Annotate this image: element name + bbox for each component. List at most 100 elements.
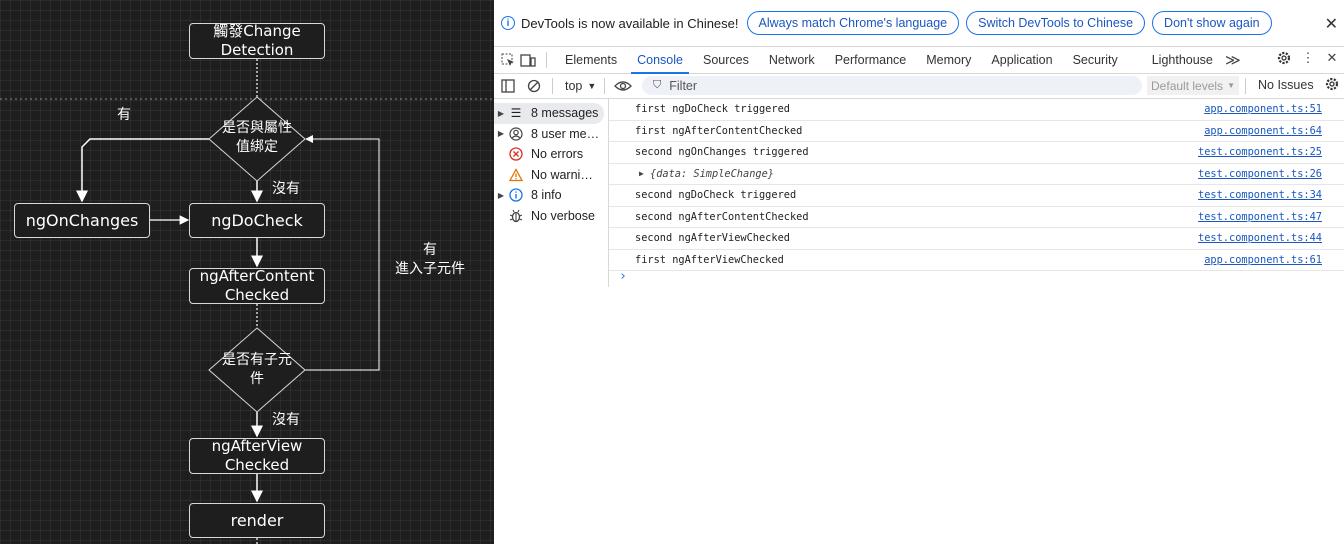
sidebar-item-label: 8 info — [531, 188, 562, 203]
source-link[interactable]: app.component.ts:51 — [1204, 103, 1322, 115]
sidebar-item-verbose[interactable]: No verbose — [494, 206, 608, 227]
console-sidebar: ▶ ☰ 8 messages ▶ 8 user me… No errors No… — [494, 99, 609, 287]
node-trigger-change-detection: 觸發Change Detection — [189, 22, 325, 59]
info-icon — [508, 188, 524, 202]
sidebar-item-info[interactable]: ▶ 8 info — [494, 185, 608, 206]
infobar-message: DevTools is now available in Chinese! — [521, 15, 739, 31]
source-link[interactable]: test.component.ts:34 — [1198, 189, 1322, 201]
log-message: second ngAfterContentChecked — [635, 210, 809, 223]
list-icon: ☰ — [510, 106, 522, 121]
console-message-row: second ngAfterViewChecked test.component… — [609, 228, 1344, 250]
node-ngonchanges: ngOnChanges — [14, 203, 150, 238]
console-message-row: second ngAfterContentChecked test.compon… — [609, 207, 1344, 228]
eye-icon[interactable] — [613, 80, 633, 92]
tab-lighthouse[interactable]: Lighthouse — [1142, 47, 1223, 73]
chevron-down-icon: ▼ — [1227, 81, 1235, 90]
kebab-menu-icon[interactable]: ⋮ — [1298, 50, 1318, 66]
console-prompt[interactable]: › — [619, 269, 627, 284]
toolbar-divider — [546, 52, 547, 68]
default-levels-label: Default levels — [1151, 78, 1224, 93]
more-tabs-icon[interactable]: ≫ — [1223, 51, 1243, 69]
expand-triangle-icon[interactable]: ▶ — [494, 191, 508, 200]
sidebar-item-label: 8 user me… — [531, 126, 600, 141]
log-message: second ngAfterViewChecked — [635, 232, 790, 245]
sidebar-item-label: 8 messages — [531, 106, 599, 121]
source-link[interactable]: app.component.ts:64 — [1204, 125, 1322, 137]
console-message-row: first ngDoCheck triggered app.component.… — [609, 99, 1344, 121]
devtools-tabbar: Elements Console Sources Network Perform… — [494, 47, 1344, 74]
source-link[interactable]: app.component.ts:61 — [1204, 254, 1322, 266]
expand-triangle-icon[interactable]: ▶ — [494, 109, 508, 118]
flowchart-canvas: 觸發Change Detection ngOnChanges ngDoCheck… — [0, 0, 494, 544]
clear-console-icon[interactable] — [524, 79, 544, 93]
sidebar-item-label: No verbose — [531, 208, 595, 223]
edge-label-no-children: 沒有 — [272, 412, 300, 428]
toolbar-divider — [604, 78, 606, 94]
filter-placeholder: Filter — [669, 78, 698, 93]
filter-input[interactable]: ⛉ Filter — [642, 76, 1142, 95]
expand-triangle-icon[interactable]: ▶ — [639, 169, 644, 178]
tab-console[interactable]: Console — [627, 47, 693, 74]
node-ngdocheck: ngDoCheck — [189, 203, 325, 238]
close-devtools-icon[interactable]: ✕ — [1322, 50, 1342, 66]
default-levels-dropdown[interactable]: Default levels ▼ — [1147, 76, 1239, 95]
close-icon[interactable]: ✕ — [1325, 14, 1338, 34]
log-message: first ngAfterViewChecked — [635, 253, 784, 266]
tab-sources[interactable]: Sources — [693, 47, 759, 73]
context-selector[interactable]: top — [565, 79, 582, 93]
expand-triangle-icon[interactable]: ▶ — [494, 129, 508, 138]
chevron-down-icon[interactable]: ▼ — [587, 81, 596, 91]
inspect-element-icon[interactable] — [498, 53, 518, 67]
filter-icon: ⛉ — [653, 79, 662, 91]
info-icon: i — [501, 16, 515, 30]
edge-label-yes-children: 有 進入子元件 — [395, 242, 465, 277]
decision-children-label: 是否有子元 件 — [222, 352, 292, 387]
edge-label-no-bound: 沒有 — [272, 181, 300, 197]
sidebar-item-user-messages[interactable]: ▶ 8 user me… — [494, 124, 608, 145]
log-message: second ngDoCheck triggered — [635, 189, 797, 202]
device-toolbar-icon[interactable] — [518, 53, 538, 67]
tab-memory[interactable]: Memory — [916, 47, 981, 73]
match-language-button[interactable]: Always match Chrome's language — [746, 11, 960, 35]
sidebar-item-warnings[interactable]: No warni… — [494, 165, 608, 186]
toolbar-divider — [1245, 78, 1246, 94]
node-ngafterviewchecked: ngAfterView Checked — [189, 437, 325, 474]
decision-bound-label: 是否與屬性 值綁定 — [222, 120, 292, 155]
log-object[interactable]: {data: SimpleChange} — [650, 168, 774, 180]
language-infobar: i DevTools is now available in Chinese! … — [494, 0, 1344, 47]
log-message: first ngDoCheck triggered — [635, 103, 790, 116]
tab-security[interactable]: Security — [1063, 47, 1128, 73]
node-ngaftercontentchecked: ngAfterContent Checked — [189, 267, 325, 304]
sidebar-toggle-icon[interactable] — [498, 79, 518, 93]
devtools-panel: i DevTools is now available in Chinese! … — [494, 0, 1344, 544]
source-link[interactable]: test.component.ts:44 — [1198, 232, 1322, 244]
tab-network[interactable]: Network — [759, 47, 825, 73]
log-message: first ngAfterContentChecked — [635, 124, 803, 137]
toolbar-divider — [552, 78, 553, 94]
issues-counter[interactable]: No Issues — [1258, 78, 1314, 92]
tab-application[interactable]: Application — [981, 47, 1062, 73]
sidebar-item-label: No warni… — [531, 167, 593, 182]
console-log-area: first ngDoCheck triggered app.component.… — [609, 99, 1344, 284]
tab-performance[interactable]: Performance — [825, 47, 917, 73]
dont-show-again-button[interactable]: Don't show again — [1152, 11, 1272, 35]
switch-chinese-button[interactable]: Switch DevTools to Chinese — [966, 11, 1146, 35]
sidebar-item-label: No errors — [531, 147, 584, 162]
source-link[interactable]: test.component.ts:25 — [1198, 146, 1322, 158]
user-icon — [508, 127, 524, 141]
console-settings-gear-icon[interactable] — [1322, 76, 1342, 92]
console-message-row: first ngAfterContentChecked app.componen… — [609, 121, 1344, 142]
source-link[interactable]: test.component.ts:47 — [1198, 211, 1322, 223]
node-render: render — [189, 503, 325, 538]
console-toolbar: top ▼ ⛉ Filter Default levels ▼ No Issue… — [494, 74, 1344, 99]
tab-elements[interactable]: Elements — [555, 47, 627, 73]
console-message-row: second ngDoCheck triggered test.componen… — [609, 185, 1344, 207]
log-message: second ngOnChanges triggered — [635, 146, 809, 159]
sidebar-item-messages[interactable]: ▶ ☰ 8 messages — [494, 103, 604, 124]
console-object-row[interactable]: ▶ {data: SimpleChange} test.component.ts… — [609, 164, 1344, 185]
settings-gear-icon[interactable] — [1274, 50, 1294, 66]
sidebar-item-errors[interactable]: No errors — [494, 144, 608, 165]
edge-label-yes-bound: 有 — [117, 107, 131, 123]
source-link[interactable]: test.component.ts:26 — [1198, 168, 1322, 180]
error-icon — [508, 147, 524, 161]
